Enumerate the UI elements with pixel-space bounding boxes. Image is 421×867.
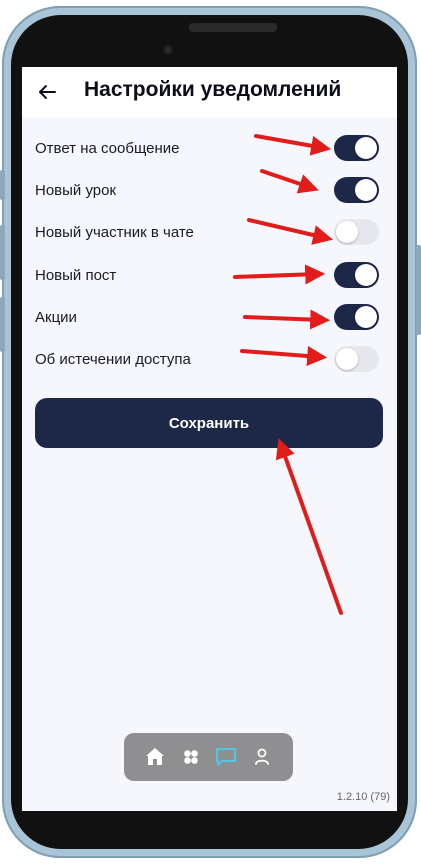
speaker-grille: [189, 23, 277, 32]
setting-label: Новый пост: [35, 267, 117, 284]
app-screen: Настройки уведомлений Ответ на сообщение…: [22, 67, 397, 811]
power-button: [416, 245, 421, 335]
toggle-new-post[interactable]: [334, 262, 379, 288]
toggle-new-lesson[interactable]: [334, 177, 379, 203]
save-button[interactable]: Сохранить: [35, 398, 383, 448]
setting-label: Новый урок: [35, 182, 117, 199]
mute-switch: [0, 170, 5, 200]
chat-icon[interactable]: [214, 745, 238, 769]
setting-label: Новый участник в чате: [35, 224, 194, 241]
app-header: Настройки уведомлений: [22, 67, 397, 117]
toggle-promotions[interactable]: [334, 304, 379, 330]
setting-row-new-chat-member: Новый участник в чате: [22, 214, 397, 250]
toggle-knob: [336, 348, 358, 370]
toggle-new-chat-member[interactable]: [334, 219, 379, 245]
setting-row-message-reply: Ответ на сообщение: [22, 130, 397, 166]
setting-label: Ответ на сообщение: [35, 140, 180, 157]
toggle-knob: [355, 264, 377, 286]
toggle-message-reply[interactable]: [334, 135, 379, 161]
toggle-knob: [355, 179, 377, 201]
setting-row-new-post: Новый пост: [22, 257, 397, 293]
bottom-nav: [124, 733, 293, 781]
page-title: Настройки уведомлений: [84, 78, 342, 101]
setting-label: Акции: [35, 309, 77, 326]
toggle-access-expiry[interactable]: [334, 346, 379, 372]
app-version: 1.2.10 (79): [336, 791, 390, 803]
setting-row-access-expiry: Об истечении доступа: [22, 341, 397, 377]
toggle-knob: [355, 306, 377, 328]
volume-down-button: [0, 297, 5, 352]
setting-row-new-lesson: Новый урок: [22, 172, 397, 208]
profile-icon[interactable]: [250, 745, 274, 769]
apps-icon[interactable]: [179, 745, 203, 769]
setting-label: Об истечении доступа: [35, 351, 191, 368]
setting-row-promotions: Акции: [22, 299, 397, 335]
home-icon[interactable]: [143, 745, 167, 769]
toggle-knob: [336, 221, 358, 243]
toggle-knob: [355, 137, 377, 159]
camera-icon: [163, 45, 173, 55]
volume-up-button: [0, 225, 5, 280]
back-arrow-icon[interactable]: [37, 82, 57, 102]
